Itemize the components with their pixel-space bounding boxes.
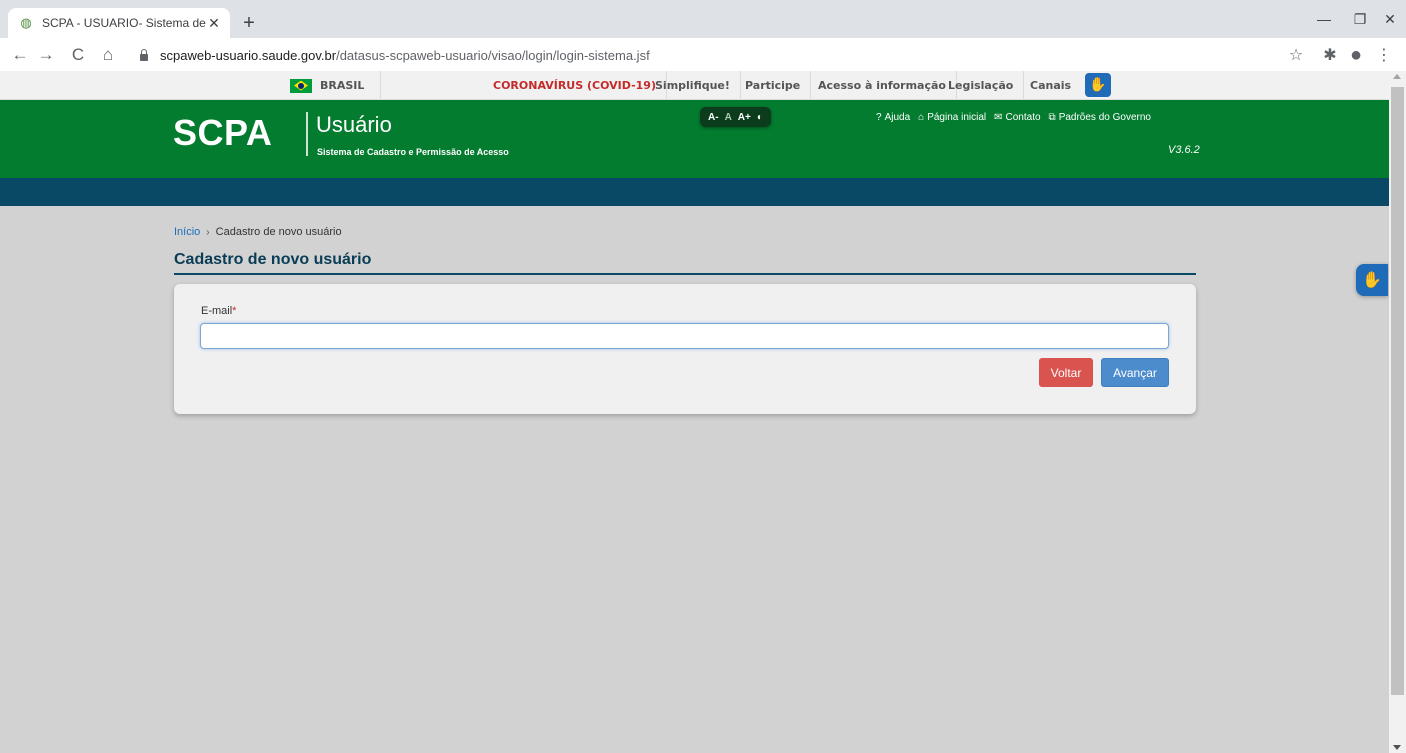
page-title: Cadastro de novo usuário (174, 251, 1196, 275)
home-page-link[interactable]: ⌂ Página inicial (918, 112, 986, 123)
help-icon: ? (876, 112, 882, 123)
gov-standards-label: Padrões do Governo (1058, 112, 1151, 123)
contact-label: Contato (1005, 112, 1041, 123)
url-host: scpaweb-usuario.saude.gov.br (160, 47, 337, 63)
gov-brasil-label: BRASIL (320, 79, 365, 92)
profile-icon[interactable]: ● (1344, 43, 1368, 67)
home-icon: ⌂ (918, 112, 925, 123)
help-label: Ajuda (884, 112, 911, 123)
font-decrease-button[interactable]: A- (708, 112, 719, 123)
breadcrumb-current: Cadastro de novo usuário (215, 226, 342, 238)
breadcrumb-home-link[interactable]: Início (174, 226, 200, 238)
header-links: ? Ajuda ⌂ Página inicial ✉ Contato ⧉ Padrões… (876, 112, 1151, 123)
scrollbar-thumb[interactable] (1391, 87, 1404, 695)
header-subbar (0, 178, 1389, 206)
logo-divider (306, 112, 308, 156)
browser-tab[interactable]: ◍ SCPA - USUARIO- Sistema de Ca ✕ (8, 8, 230, 38)
scroll-up-arrow-icon[interactable] (1393, 74, 1401, 79)
close-window-button[interactable]: ✕ (1372, 6, 1406, 32)
browser-tabstrip: ◍ SCPA - USUARIO- Sistema de Ca ✕ + — ❐ … (0, 0, 1406, 38)
gov-participe-link[interactable]: Participe (735, 71, 812, 100)
email-input[interactable] (200, 323, 1169, 349)
scroll-down-arrow-icon[interactable] (1393, 745, 1401, 750)
browser-toolbar: ← → C ⌂ scpaweb-usuario.saude.gov.br/dat… (0, 38, 1406, 71)
brazil-flag-icon (290, 78, 312, 93)
registration-form-card: E-mail* Voltar Avançar (174, 284, 1196, 414)
version-label: V3.6.2 (1168, 144, 1200, 156)
breadcrumb: Início › Cadastro de novo usuário (174, 226, 342, 238)
gov-simplifique-link[interactable]: Simplifique! (645, 71, 741, 100)
address-bar[interactable]: scpaweb-usuario.saude.gov.br/datasus-scp… (128, 42, 1284, 68)
vlibras-widget-icon[interactable]: ✋ (1356, 264, 1388, 296)
page-scrollbar[interactable] (1389, 71, 1406, 753)
gov-canais-link[interactable]: Canais (1020, 71, 1081, 100)
reload-button[interactable]: C (66, 43, 90, 67)
forward-button[interactable]: → (34, 43, 58, 67)
minimize-button[interactable]: — (1306, 6, 1342, 32)
standards-icon: ⧉ (1048, 112, 1056, 123)
font-normal-button[interactable]: A (725, 112, 732, 123)
contrast-icon[interactable]: ◐ (757, 112, 763, 123)
voltar-button[interactable]: Voltar (1039, 358, 1093, 387)
email-label-text: E-mail (201, 305, 233, 317)
tab-close-icon[interactable]: ✕ (206, 15, 222, 31)
chevron-right-icon: › (206, 227, 210, 238)
home-page-label: Página inicial (927, 112, 987, 123)
lock-icon (138, 48, 152, 62)
new-tab-button[interactable]: + (236, 11, 262, 35)
site-favicon-icon: ◍ (20, 15, 32, 30)
required-mark: * (232, 305, 237, 317)
font-size-controls: A- A A+ ◐ (700, 107, 771, 127)
email-label: E-mail* (201, 305, 236, 317)
gov-acesso-informacao-link[interactable]: Acesso à informação (808, 71, 957, 100)
contact-link[interactable]: ✉ Contato (994, 112, 1040, 123)
avancar-button[interactable]: Avançar (1101, 358, 1169, 387)
page-viewport: BRASIL CORONAVÍRUS (COVID-19) Simplifiqu… (0, 71, 1389, 753)
browser-menu-icon[interactable]: ⋮ (1372, 43, 1396, 67)
url-path: /datasus-scpaweb-usuario/visao/login/log… (336, 47, 650, 63)
gov-barra: BRASIL CORONAVÍRUS (COVID-19) Simplifiqu… (0, 71, 1389, 100)
gov-standards-link[interactable]: ⧉ Padrões do Governo (1049, 112, 1151, 123)
logo-scpa[interactable]: SCPA (173, 112, 272, 154)
home-button[interactable]: ⌂ (96, 43, 120, 67)
help-link[interactable]: ? Ajuda (876, 112, 910, 123)
mail-icon: ✉ (994, 112, 1003, 123)
vlibras-hand-icon[interactable]: ✋ (1085, 73, 1111, 97)
tab-title: SCPA - USUARIO- Sistema de Ca (42, 16, 206, 30)
app-name: Usuário (316, 112, 392, 137)
font-increase-button[interactable]: A+ (738, 112, 751, 123)
back-button[interactable]: ← (8, 43, 32, 67)
site-header: SCPA Usuário Sistema de Cadastro e Permi… (0, 100, 1389, 178)
bookmark-star-icon[interactable]: ☆ (1284, 43, 1308, 67)
gov-legislacao-link[interactable]: Legislação (938, 71, 1025, 100)
gov-covid-link[interactable]: CORONAVÍRUS (COVID-19) (483, 71, 667, 100)
app-subtitle: Sistema de Cadastro e Permissão de Acess… (317, 147, 509, 157)
gov-brasil-link[interactable]: BRASIL (280, 71, 381, 100)
extensions-icon[interactable]: ✱ (1318, 43, 1342, 67)
